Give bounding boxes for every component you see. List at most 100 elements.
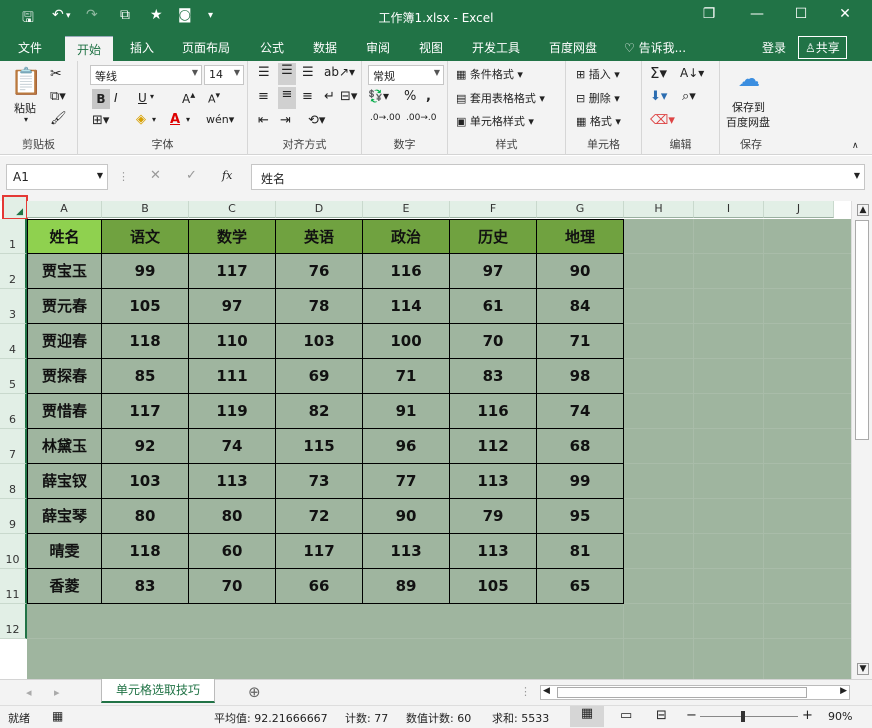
close-button[interactable]: ✕ (830, 6, 860, 22)
table-cell[interactable]: 76 (276, 254, 363, 289)
underline-button[interactable]: U (138, 91, 147, 105)
page-break-view-icon[interactable]: ⊟ (656, 708, 667, 723)
align-right-icon[interactable]: ≡ (302, 89, 313, 104)
paste-button[interactable]: 粘贴 (14, 100, 36, 116)
normal-view-icon[interactable]: ▦ (570, 706, 604, 727)
table-cell[interactable]: 85 (102, 359, 189, 394)
table-cell[interactable]: 贾元春 (27, 289, 102, 324)
table-header-cell[interactable]: 英语 (276, 219, 363, 254)
paste-icon[interactable]: 📋 (10, 67, 42, 97)
table-cell[interactable]: 71 (537, 324, 624, 359)
baidu-netdisk-icon[interactable]: ☁ (738, 67, 760, 92)
tab-page-layout[interactable]: 页面布局 (182, 39, 230, 56)
table-cell[interactable]: 74 (189, 429, 276, 464)
horizontal-scrollbar[interactable]: ◀ ▶ (540, 685, 850, 700)
zoom-out-icon[interactable]: − (686, 708, 697, 723)
column-header-d[interactable]: D (276, 201, 363, 218)
tab-formulas[interactable]: 公式 (260, 39, 284, 56)
align-left-icon[interactable]: ≡ (258, 89, 269, 104)
horizontal-scroll-thumb[interactable] (557, 687, 807, 698)
tab-view[interactable]: 视图 (419, 39, 443, 56)
row-header-12[interactable]: 12 (0, 604, 27, 639)
row-header-11[interactable]: 11 (0, 569, 27, 604)
font-color-icon[interactable]: A (170, 112, 180, 127)
column-header-c[interactable]: C (189, 201, 276, 218)
column-header-a[interactable]: A (27, 201, 102, 218)
tab-baidu-netdisk[interactable]: 百度网盘 (549, 39, 597, 56)
clear-icon[interactable]: ⌫▾ (650, 113, 675, 128)
table-cell[interactable]: 61 (450, 289, 537, 324)
increase-indent-icon[interactable]: ⇥ (280, 113, 291, 128)
font-size-select[interactable]: 14 ▼ (204, 65, 244, 85)
column-header-i[interactable]: I (694, 201, 764, 218)
table-cell[interactable]: 112 (450, 429, 537, 464)
table-cell[interactable]: 92 (102, 429, 189, 464)
table-cell[interactable]: 111 (189, 359, 276, 394)
row-header-1[interactable]: 1 (0, 219, 27, 254)
table-cell[interactable]: 贾惜春 (27, 394, 102, 429)
row-header-2[interactable]: 2 (0, 254, 27, 289)
table-cell[interactable]: 薛宝钗 (27, 464, 102, 499)
row-header-5[interactable]: 5 (0, 359, 27, 394)
table-cell[interactable]: 80 (102, 499, 189, 534)
conditional-format-button[interactable]: ▦ 条件格式 ▾ (456, 66, 523, 82)
scroll-right-icon[interactable]: ▶ (840, 686, 847, 696)
table-cell[interactable]: 65 (537, 569, 624, 604)
add-sheet-icon[interactable]: ⊕ (248, 683, 261, 701)
text-direction-icon[interactable]: ⟲▾ (308, 113, 325, 128)
table-cell[interactable]: 贾宝玉 (27, 254, 102, 289)
collapse-ribbon-icon[interactable]: ∧ (852, 141, 859, 151)
column-header-b[interactable]: B (102, 201, 189, 218)
phonetic-icon[interactable]: wén▾ (206, 113, 234, 126)
table-cell[interactable]: 95 (537, 499, 624, 534)
fill-color-icon[interactable]: ◈ (136, 112, 146, 127)
accounting-format-icon[interactable]: 💱▾ (368, 89, 389, 103)
table-cell[interactable]: 83 (102, 569, 189, 604)
table-cell[interactable]: 103 (276, 324, 363, 359)
align-middle-icon[interactable]: ☰ (278, 63, 296, 85)
row-header-9[interactable]: 9 (0, 499, 27, 534)
zoom-slider[interactable] (700, 716, 798, 717)
page-layout-view-icon[interactable]: ▭ (620, 708, 632, 723)
table-cell[interactable]: 91 (363, 394, 450, 429)
column-header-g[interactable]: G (537, 201, 624, 218)
comma-style-icon[interactable]: , (426, 89, 431, 104)
column-header-h[interactable]: H (624, 201, 694, 218)
table-cell[interactable]: 70 (450, 324, 537, 359)
row-header-6[interactable]: 6 (0, 394, 27, 429)
number-format-select[interactable]: 常规 ▼ (368, 65, 444, 85)
table-cell[interactable]: 97 (189, 289, 276, 324)
vertical-scrollbar[interactable]: ▲ ▼ (851, 201, 872, 679)
table-cell[interactable]: 105 (102, 289, 189, 324)
wrap-text-icon[interactable]: ↵ (324, 89, 335, 104)
save-to-baidu-line1[interactable]: 保存到 (732, 99, 765, 115)
table-cell[interactable]: 113 (363, 534, 450, 569)
autosum-icon[interactable]: Σ▾ (650, 64, 667, 82)
table-cell[interactable]: 105 (450, 569, 537, 604)
percent-icon[interactable]: % (404, 89, 416, 104)
table-cell[interactable]: 82 (276, 394, 363, 429)
save-to-baidu-line2[interactable]: 百度网盘 (726, 114, 770, 130)
prev-sheet-icon[interactable]: ◂ (26, 686, 32, 699)
table-cell[interactable]: 99 (102, 254, 189, 289)
table-header-cell[interactable]: 语文 (102, 219, 189, 254)
table-cell[interactable]: 117 (189, 254, 276, 289)
table-cell[interactable]: 薛宝琴 (27, 499, 102, 534)
cancel-entry-icon[interactable]: ✕ (150, 168, 161, 183)
copy-icon[interactable]: ⧉▾ (50, 89, 66, 104)
table-header-cell[interactable]: 政治 (363, 219, 450, 254)
table-cell[interactable]: 贾迎春 (27, 324, 102, 359)
find-select-icon[interactable]: ⌕▾ (682, 89, 696, 104)
table-cell[interactable]: 79 (450, 499, 537, 534)
align-bottom-icon[interactable]: ☰ (302, 65, 314, 80)
row-header-4[interactable]: 4 (0, 324, 27, 359)
ribbon-options-icon[interactable]: ❐ (694, 6, 724, 22)
orientation-icon[interactable]: ab↗▾ (324, 65, 355, 79)
table-cell[interactable]: 72 (276, 499, 363, 534)
column-header-e[interactable]: E (363, 201, 450, 218)
align-top-icon[interactable]: ☰ (258, 65, 270, 80)
minimize-button[interactable]: — (742, 6, 772, 22)
table-cell[interactable]: 119 (189, 394, 276, 429)
delete-cells-button[interactable]: ⊟ 删除 ▾ (576, 90, 620, 106)
next-sheet-icon[interactable]: ▸ (54, 686, 60, 699)
